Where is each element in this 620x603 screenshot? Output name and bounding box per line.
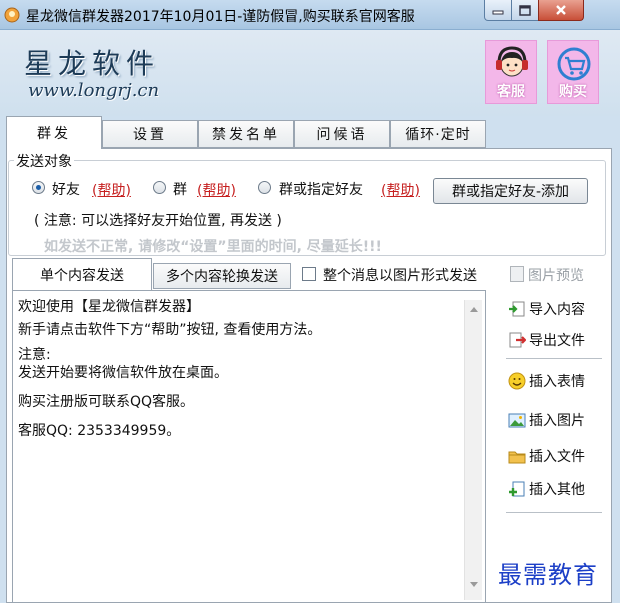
maximize-button[interactable]	[511, 0, 539, 21]
smiley-icon	[508, 372, 526, 390]
tab-greetings[interactable]: 问候语	[294, 120, 390, 148]
insert-file-label: 插入文件	[529, 449, 585, 465]
tab-loop-timer[interactable]: 循环·定时	[390, 120, 486, 148]
tool-divider	[506, 512, 602, 514]
import-content-button[interactable]: 导入内容	[508, 296, 604, 322]
help-link-groups[interactable]: (帮助)	[197, 180, 236, 200]
insert-other-label: 插入其他	[529, 482, 585, 498]
insert-image-label: 插入图片	[529, 413, 585, 429]
help-link-groups-or-friends[interactable]: (帮助)	[381, 180, 420, 200]
maximize-icon	[519, 4, 531, 16]
message-line: 欢迎使用【星龙微信群发器】	[18, 299, 200, 315]
add-document-icon	[509, 481, 525, 497]
buy-label: 购买	[559, 84, 587, 100]
insert-emoji-label: 插入表情	[529, 374, 585, 390]
radio-groups[interactable]	[153, 181, 166, 194]
tool-divider	[506, 358, 602, 360]
insert-other-button[interactable]: 插入其他	[508, 476, 604, 502]
scroll-up-icon[interactable]	[470, 307, 478, 312]
subtab-multi-content[interactable]: 多个内容轮换发送	[153, 263, 291, 289]
close-button[interactable]	[538, 0, 584, 21]
import-content-label: 导入内容	[529, 302, 585, 318]
shopping-cart-icon	[557, 47, 591, 81]
export-file-label: 导出文件	[529, 333, 585, 349]
radio-friends[interactable]	[32, 181, 45, 194]
window-title: 星龙微信群发器2017年10月01日-谨防假冒,购买联系官网客服	[26, 9, 415, 25]
radio-groups-or-friends[interactable]	[258, 181, 271, 194]
message-line: 新手请点击软件下方“帮助”按钮, 查看使用方法。	[18, 322, 322, 338]
radio-groups-label[interactable]: 群	[173, 179, 187, 199]
image-preview-button[interactable]: 图片预览	[528, 265, 584, 285]
insert-image-button[interactable]: 插入图片	[508, 407, 604, 433]
tab-group-send[interactable]: 群发	[6, 116, 102, 149]
message-line: 购买注册版可联系QQ客服。	[18, 394, 195, 410]
picture-icon	[508, 413, 526, 428]
add-groups-or-friends-button[interactable]: 群或指定好友-添加	[433, 178, 588, 204]
import-icon	[509, 301, 525, 317]
close-icon	[556, 5, 566, 15]
tab-block-list[interactable]: 禁发名单	[198, 120, 294, 148]
brand-name: 星龙软件	[24, 47, 161, 80]
app-icon	[4, 7, 20, 23]
message-line: 发送开始要将微信软件放在桌面。	[18, 365, 228, 381]
minimize-button[interactable]	[484, 0, 512, 21]
scroll-down-icon[interactable]	[470, 582, 478, 587]
note-text: ( 注意: 可以选择好友开始位置, 再发送 )	[34, 213, 282, 229]
vertical-scrollbar[interactable]	[464, 300, 482, 600]
radio-groups-or-friends-label[interactable]: 群或指定好友	[279, 179, 363, 199]
message-text[interactable]: 欢迎使用【星龙微信群发器】 新手请点击软件下方“帮助”按钮, 查看使用方法。 注…	[18, 297, 462, 442]
message-line: 客服QQ: 2353349959。	[18, 423, 181, 439]
radio-friends-label[interactable]: 好友	[52, 179, 80, 199]
folder-icon	[508, 451, 526, 464]
image-mode-label[interactable]: 整个消息以图片形式发送	[323, 265, 477, 285]
insert-file-button[interactable]: 插入文件	[508, 443, 604, 469]
brand-url: www.longrj.cn	[28, 80, 160, 101]
watermark-text: 最需教育	[498, 561, 598, 589]
service-button[interactable]: 客服	[485, 40, 537, 104]
subtab-single-content[interactable]: 单个内容发送	[12, 258, 152, 290]
minimize-icon	[492, 10, 504, 15]
send-target-legend: 发送对象	[14, 151, 74, 171]
image-preview-icon	[510, 266, 524, 282]
export-file-button[interactable]: 导出文件	[508, 327, 604, 353]
warning-text: 如发送不正常, 请修改“设置”里面的时间, 尽量延长!!!	[44, 239, 382, 255]
export-icon	[509, 332, 526, 348]
tab-settings[interactable]: 设置	[102, 120, 198, 148]
image-mode-checkbox[interactable]	[302, 267, 316, 281]
service-label: 客服	[497, 84, 525, 100]
headset-agent-icon	[496, 46, 528, 77]
insert-emoji-button[interactable]: 插入表情	[508, 368, 604, 394]
buy-button[interactable]: 购买	[547, 40, 599, 104]
help-link-friends[interactable]: (帮助)	[92, 180, 131, 200]
message-line: 注意:	[18, 347, 51, 363]
